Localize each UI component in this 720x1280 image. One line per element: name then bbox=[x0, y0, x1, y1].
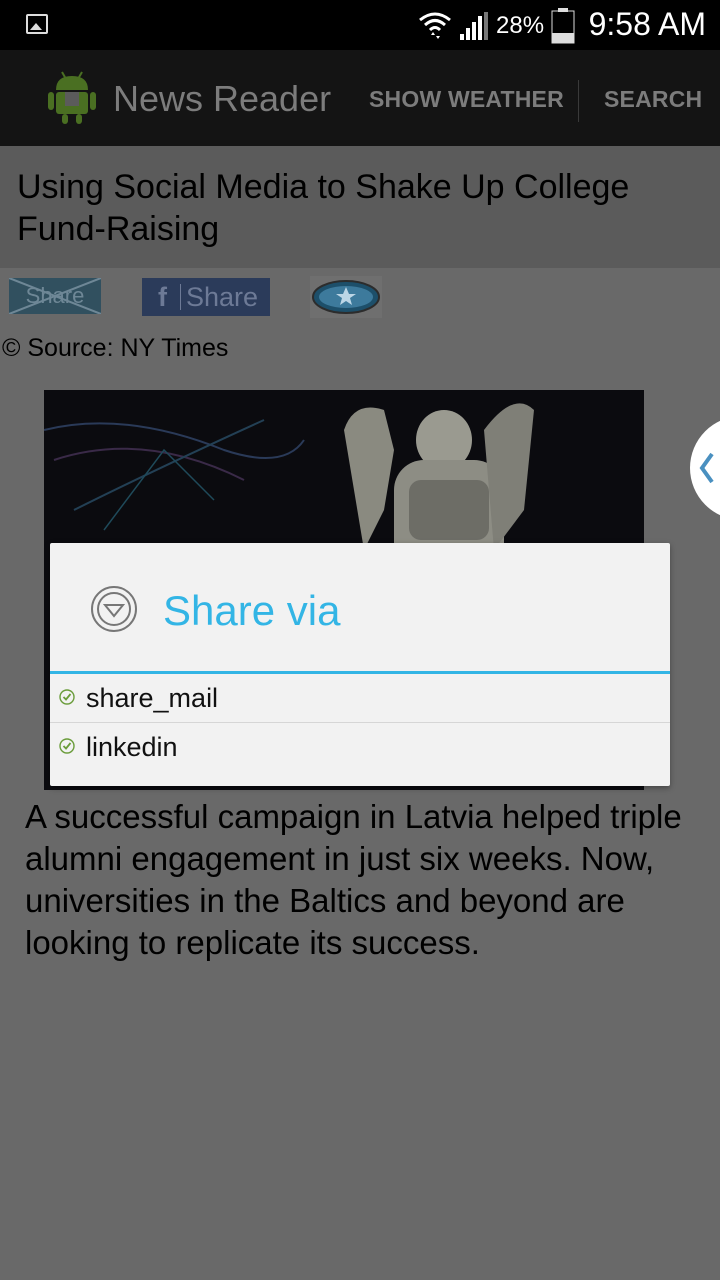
action-divider bbox=[578, 80, 579, 122]
clock: 9:58 AM bbox=[588, 6, 706, 42]
share-option-label: linkedin bbox=[86, 732, 178, 762]
facebook-separator bbox=[180, 284, 181, 310]
check-icon bbox=[59, 738, 75, 754]
screen: 28% 9:58 AM News Reader SHOW WEATHER SEA… bbox=[0, 0, 720, 1280]
wifi-icon bbox=[419, 12, 451, 39]
article-header: Using Social Media to Shake Up College F… bbox=[0, 146, 720, 268]
battery-percent: 28% bbox=[496, 12, 545, 39]
star-icon bbox=[312, 280, 380, 314]
favorite-star-button[interactable] bbox=[310, 276, 382, 318]
android-app-icon[interactable] bbox=[46, 70, 98, 126]
article-title: Using Social Media to Shake Up College F… bbox=[17, 168, 630, 248]
item-divider bbox=[50, 722, 670, 723]
search-button[interactable]: SEARCH bbox=[604, 86, 702, 113]
article-body: A successful campaign in Latvia helped t… bbox=[25, 798, 682, 961]
app-title: News Reader bbox=[113, 78, 332, 119]
action-bar: News Reader SHOW WEATHER SEARCH bbox=[0, 50, 720, 146]
status-bar: 28% 9:58 AM bbox=[0, 0, 720, 50]
share-button[interactable]: Share bbox=[9, 278, 101, 314]
facebook-share-label: Share bbox=[186, 282, 259, 312]
dialog-title-divider bbox=[50, 671, 670, 674]
dropdown-circle-icon bbox=[91, 586, 137, 632]
share-row: Share f Share bbox=[0, 276, 720, 320]
check-icon bbox=[59, 689, 75, 705]
signal-icon bbox=[460, 12, 488, 40]
share-dialog: Share via share_mail linkedin bbox=[50, 543, 670, 786]
side-drawer-tab[interactable] bbox=[690, 416, 720, 520]
share-option-share-mail[interactable]: share_mail bbox=[50, 675, 670, 723]
share-option-label: share_mail bbox=[86, 683, 219, 713]
facebook-share-button[interactable]: f Share bbox=[142, 278, 270, 316]
battery-icon bbox=[551, 8, 575, 44]
source-credit: © Source: NY Times bbox=[2, 334, 229, 362]
gallery-notification-icon bbox=[26, 14, 48, 34]
share-button-label: Share bbox=[25, 283, 85, 308]
facebook-icon: f bbox=[158, 282, 167, 312]
show-weather-button[interactable]: SHOW WEATHER bbox=[369, 86, 564, 113]
share-option-linkedin[interactable]: linkedin bbox=[50, 724, 670, 772]
chevron-left-icon bbox=[699, 452, 714, 484]
dialog-title: Share via bbox=[163, 587, 341, 634]
